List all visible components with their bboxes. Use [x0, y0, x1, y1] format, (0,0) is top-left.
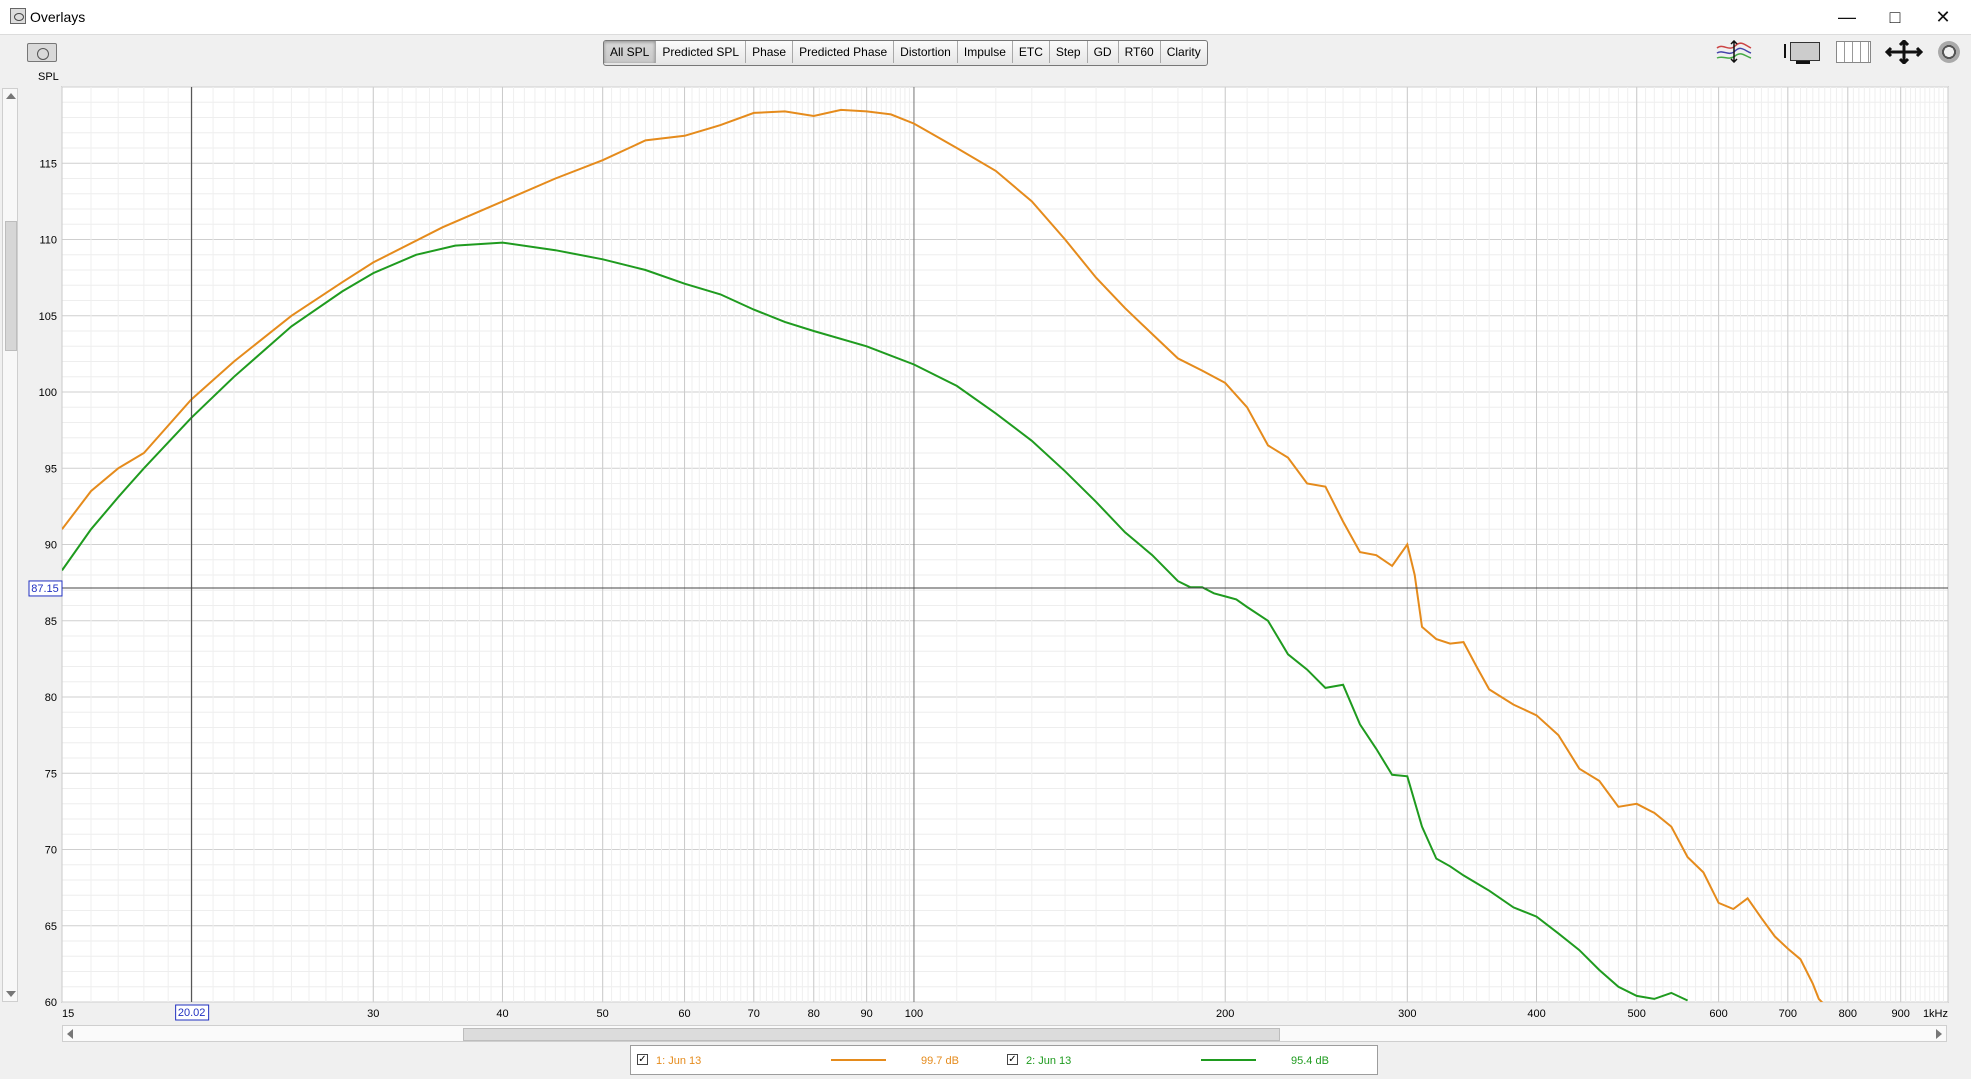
x-tick-label: 400: [1527, 1008, 1545, 1020]
y-tick-label: 90: [45, 540, 57, 552]
legend-item-2: ✓ 2: Jun 13 95.4 dB: [1001, 1046, 1371, 1074]
y-tick-label: 60: [45, 997, 57, 1009]
x-tick-label: 30: [367, 1008, 379, 1020]
cursor-y-label: 87.15: [31, 583, 59, 595]
scroll-right-icon[interactable]: [1936, 1029, 1942, 1039]
y-tick-label: 105: [39, 311, 57, 323]
y-tick-label: 70: [45, 845, 57, 857]
y-tick-label: 85: [45, 616, 57, 628]
x-tick-label: 1kHz: [1923, 1008, 1948, 1020]
x-tick-label: 100: [905, 1008, 923, 1020]
legend-checkbox-2[interactable]: ✓: [1007, 1054, 1018, 1065]
legend-checkbox-1[interactable]: ✓: [637, 1054, 648, 1065]
x-tick-label: 80: [808, 1008, 820, 1020]
x-tick-label: 500: [1628, 1008, 1646, 1020]
x-tick-label: 50: [597, 1008, 609, 1020]
y-tick-label: 115: [39, 158, 57, 170]
x-tick-label: 60: [678, 1008, 690, 1020]
x-tick-label: 700: [1779, 1008, 1797, 1020]
y-tick-label: 75: [45, 768, 57, 780]
y-tick-label: 100: [39, 387, 57, 399]
scroll-up-icon[interactable]: [6, 93, 16, 99]
y-tick-label: 65: [45, 921, 57, 933]
scroll-left-icon[interactable]: [67, 1029, 73, 1039]
scroll-down-icon[interactable]: [6, 991, 16, 997]
x-tick-label: 600: [1709, 1008, 1727, 1020]
x-tick-label: 15: [62, 1008, 74, 1020]
legend-line-2: [1201, 1059, 1256, 1061]
legend-value-1: 99.7 dB: [921, 1055, 959, 1067]
spl-chart[interactable]: 60 65 70 75 80 85 90 95 100 105 110 115 15 30 40 50 60 70…: [0, 0, 1971, 1025]
overlay-legend: ✓ 1: Jun 13 99.7 dB ✓ 2: Jun 13 95.4 dB: [630, 1045, 1378, 1075]
y-tick-label: 80: [45, 692, 57, 704]
legend-value-2: 95.4 dB: [1291, 1055, 1329, 1067]
vertical-scroll-thumb[interactable]: [5, 221, 17, 351]
x-tick-label: 90: [861, 1008, 873, 1020]
legend-line-1: [831, 1059, 886, 1061]
x-tick-label: 200: [1216, 1008, 1234, 1020]
x-tick-label: 70: [748, 1008, 760, 1020]
legend-item-1: ✓ 1: Jun 13 99.7 dB: [631, 1046, 1001, 1074]
y-tick-label: 95: [45, 463, 57, 475]
cursor-x-label: 20.02: [178, 1007, 206, 1019]
vertical-scrollbar[interactable]: [2, 88, 18, 1002]
x-tick-label: 300: [1398, 1008, 1416, 1020]
horizontal-scrollbar[interactable]: [62, 1025, 1947, 1042]
x-tick-label: 800: [1839, 1008, 1857, 1020]
x-tick-label: 40: [496, 1008, 508, 1020]
x-tick-label: 900: [1892, 1008, 1910, 1020]
legend-name-1: 1: Jun 13: [656, 1055, 702, 1067]
legend-name-2: 2: Jun 13: [1026, 1055, 1072, 1067]
horizontal-scroll-thumb[interactable]: [463, 1028, 1280, 1041]
y-tick-label: 110: [39, 235, 57, 247]
